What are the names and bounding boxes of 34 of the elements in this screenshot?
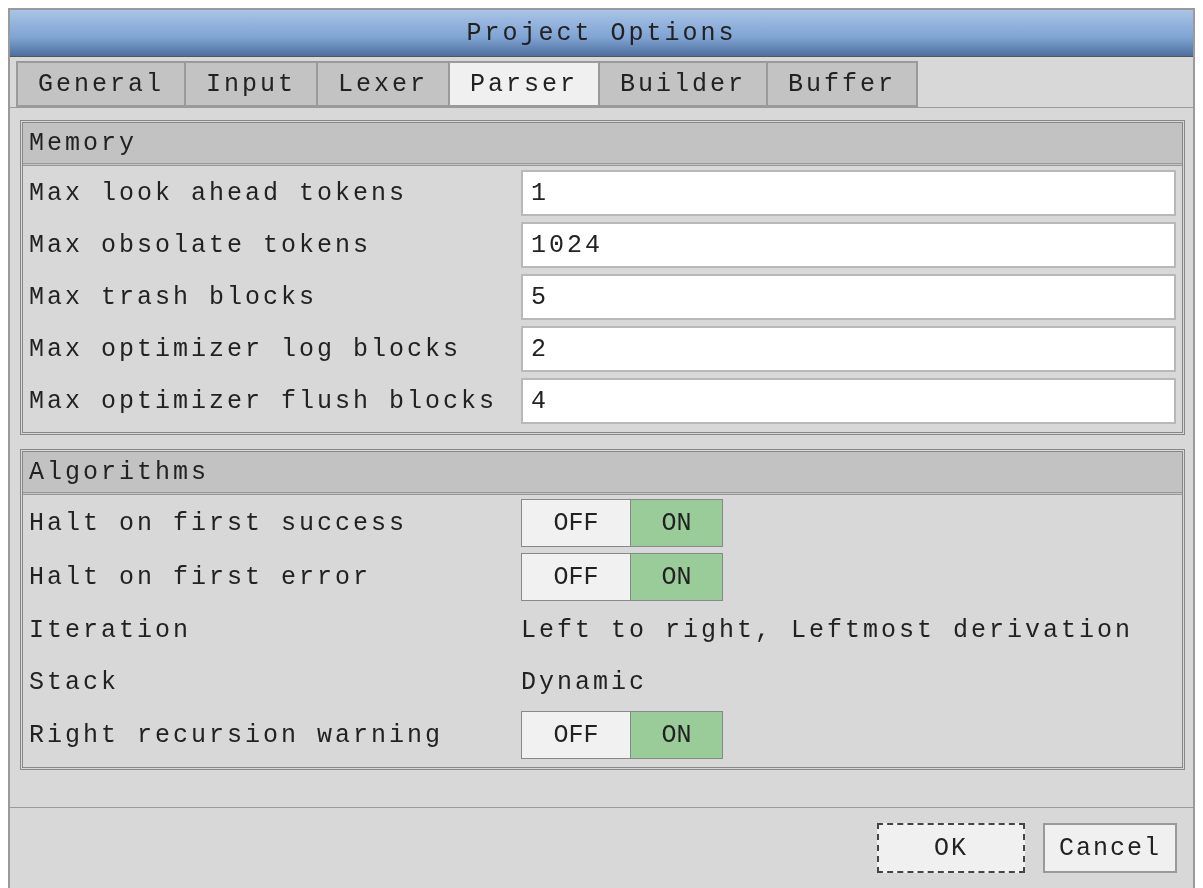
input-field[interactable]: 1024 [521,222,1176,268]
toggle-option[interactable]: OFF [522,554,630,600]
tab[interactable]: Builder [598,61,769,107]
tab[interactable]: Parser [448,61,601,107]
toggle-option[interactable]: OFF [522,500,630,546]
toggle-option[interactable]: OFF [522,712,630,758]
toggle-option[interactable]: ON [630,712,722,758]
setting-label: Right recursion warning [29,720,445,750]
group-header: Memory [23,123,1182,166]
input-field[interactable]: 4 [521,378,1176,424]
tab[interactable]: General [16,61,187,107]
toggle-option[interactable]: ON [630,554,722,600]
window-title: Project Options [10,10,1193,57]
setting-label: Max optimizer log blocks [29,334,463,364]
tab[interactable]: Input [184,61,319,107]
input-field[interactable]: 1 [521,170,1176,216]
group-header: Algorithms [23,452,1182,495]
setting-value: Left to right, Leftmost derivation [521,615,1134,645]
tab[interactable]: Buffer [766,61,919,107]
setting-label: Stack [29,667,120,697]
ok-button[interactable]: OK [877,823,1025,873]
setting-label: Max obsolate tokens [29,230,373,260]
setting-label: Max optimizer flush blocks [29,386,499,416]
toggle-option[interactable]: ON [630,500,722,546]
setting-label: Max look ahead tokens [29,178,409,208]
cancel-button[interactable]: Cancel [1043,823,1177,873]
input-field[interactable]: 5 [521,274,1176,320]
setting-label: Max trash blocks [29,282,319,312]
setting-label: Halt on first error [29,562,373,592]
setting-label: Halt on first success [29,508,409,538]
input-field[interactable]: 2 [521,326,1176,372]
tab[interactable]: Lexer [316,61,451,107]
setting-value: Dynamic [521,667,648,697]
setting-label: Iteration [29,615,193,645]
